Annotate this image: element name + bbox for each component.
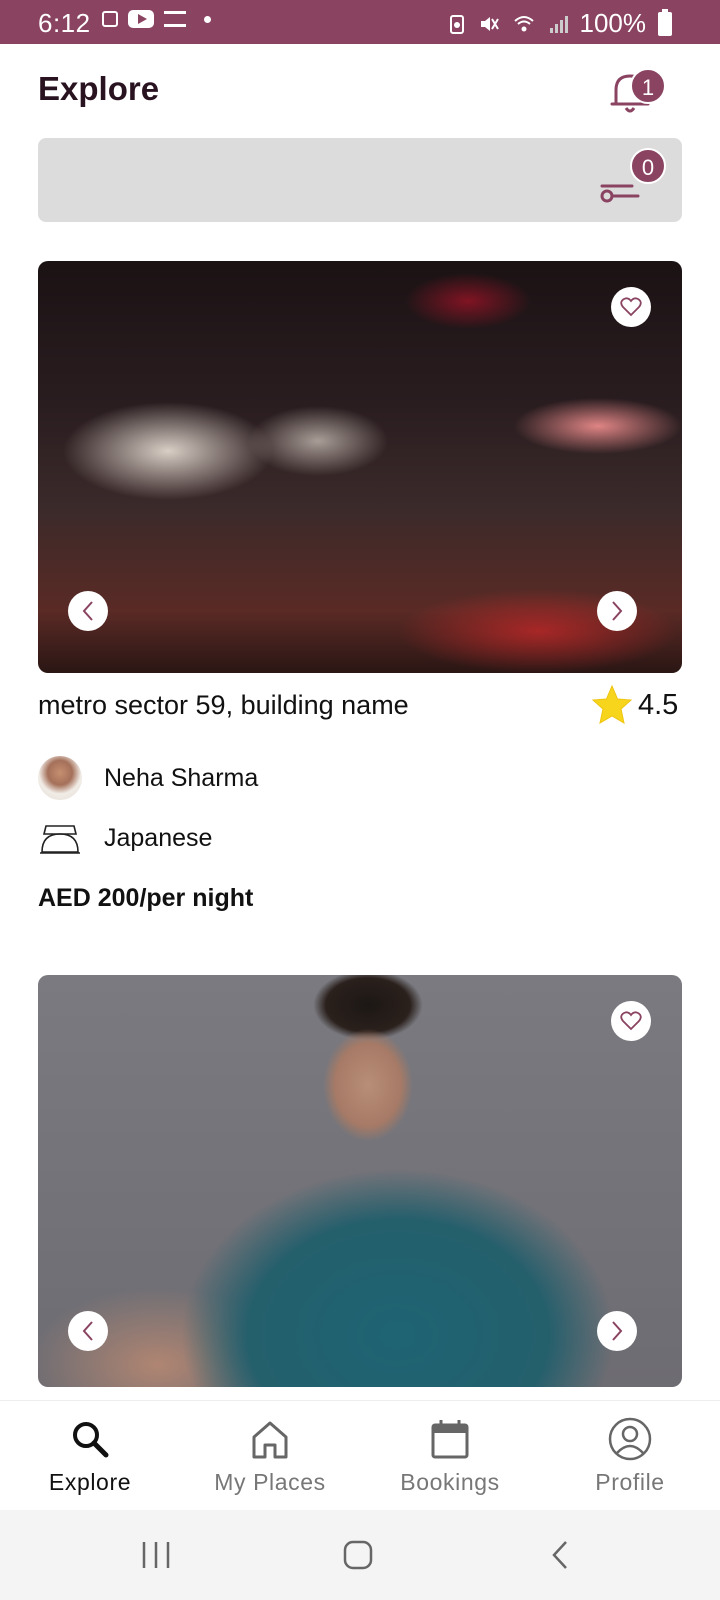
- battery-icon: [658, 8, 672, 36]
- chevron-left-icon: [82, 601, 93, 621]
- heart-icon: [620, 1011, 642, 1031]
- tab-explore[interactable]: Explore: [0, 1401, 180, 1511]
- chevron-left-icon: [82, 1321, 93, 1341]
- listing-rating: 4.5: [590, 684, 678, 726]
- profile-icon: [608, 1417, 652, 1461]
- mute-icon: [480, 16, 499, 31]
- signal-icon: [549, 15, 568, 33]
- listing-title[interactable]: metro sector 59, building name: [38, 690, 409, 721]
- more-notifications-icon: [204, 15, 211, 23]
- back-button[interactable]: [530, 1530, 590, 1580]
- calendar-notification-icon: [102, 11, 118, 27]
- status-bar: 6:12 100%: [0, 0, 720, 44]
- listing-image[interactable]: [38, 975, 682, 1387]
- notification-badge: 1: [630, 68, 666, 104]
- saver-icon: [449, 14, 464, 34]
- home-icon: [252, 1421, 288, 1459]
- home-circle-icon: [343, 1540, 373, 1570]
- home-button[interactable]: [328, 1530, 388, 1580]
- rating-value: 4.5: [638, 688, 679, 721]
- youtube-icon: [128, 10, 154, 28]
- bottom-navigation: Explore My Places Bookings Profile: [0, 1400, 720, 1510]
- previous-image-button[interactable]: [68, 591, 108, 631]
- listing-price: AED 200/per night: [38, 884, 254, 912]
- tab-bookings[interactable]: Bookings: [360, 1401, 540, 1511]
- tab-label: Bookings: [400, 1469, 500, 1495]
- weather-icon: [164, 11, 186, 27]
- search-icon: [73, 1422, 109, 1458]
- chevron-right-icon: [612, 601, 623, 621]
- host-name: Neha Sharma: [104, 764, 259, 792]
- chevron-right-icon: [612, 1321, 623, 1341]
- notifications-button[interactable]: 1: [608, 66, 672, 116]
- tab-label: My Places: [214, 1469, 326, 1495]
- cuisine-icon: [40, 825, 80, 854]
- recent-apps-button[interactable]: [126, 1530, 186, 1580]
- favorite-button[interactable]: [611, 1001, 651, 1041]
- filter-badge: 0: [630, 148, 666, 184]
- status-system-icons: 100%: [446, 8, 672, 39]
- star-icon: [591, 684, 633, 725]
- next-image-button[interactable]: [597, 591, 637, 631]
- battery-percentage: 100%: [579, 8, 647, 38]
- status-notification-icons: [102, 10, 211, 28]
- status-time: 6:12: [38, 8, 91, 38]
- page-title: Explore: [38, 70, 160, 107]
- back-icon: [552, 1541, 567, 1569]
- calendar-icon: [431, 1420, 469, 1459]
- recent-apps-icon: [142, 1542, 170, 1568]
- tab-label: Explore: [48, 1469, 132, 1495]
- listing-image[interactable]: [38, 261, 682, 673]
- favorite-button[interactable]: [611, 287, 651, 327]
- cuisine-label: Japanese: [104, 824, 213, 852]
- heart-icon: [620, 297, 642, 317]
- system-navigation-bar: [0, 1510, 720, 1600]
- tab-profile[interactable]: Profile: [540, 1401, 720, 1511]
- search-bar[interactable]: 0: [38, 138, 682, 222]
- filter-button[interactable]: 0: [598, 148, 678, 214]
- previous-image-button[interactable]: [68, 1311, 108, 1351]
- wifi-icon: [513, 15, 534, 31]
- tab-my-places[interactable]: My Places: [180, 1401, 360, 1511]
- next-image-button[interactable]: [597, 1311, 637, 1351]
- host-avatar[interactable]: [38, 756, 82, 800]
- tab-label: Profile: [595, 1469, 665, 1495]
